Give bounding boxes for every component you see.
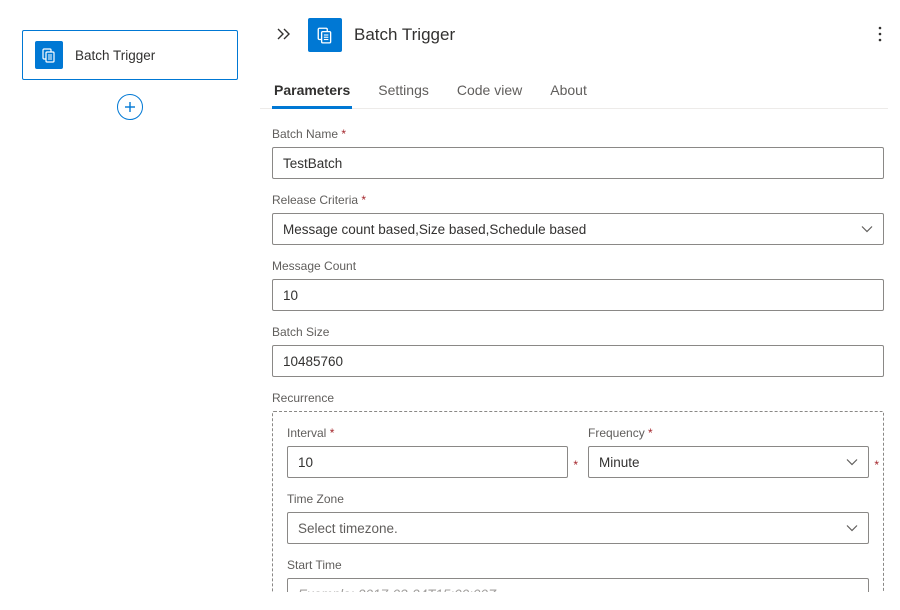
field-start-time: Start Time xyxy=(287,558,869,592)
more-menu-button[interactable] xyxy=(872,20,888,51)
tab-settings[interactable]: Settings xyxy=(376,74,431,109)
more-vertical-icon xyxy=(878,26,882,42)
required-marker: * xyxy=(874,458,879,472)
field-message-count: Message Count xyxy=(272,259,884,311)
chevron-down-icon xyxy=(846,524,858,532)
field-release-criteria: Release Criteria Message count based,Siz… xyxy=(272,193,884,245)
chevron-down-icon xyxy=(861,225,873,233)
select-frequency[interactable]: Minute xyxy=(588,446,869,478)
detail-pane: Batch Trigger Parameters Settings Code v… xyxy=(260,0,900,610)
label-batch-size: Batch Size xyxy=(272,325,884,339)
select-release-criteria-value: Message count based,Size based,Schedule … xyxy=(283,222,861,237)
select-release-criteria[interactable]: Message count based,Size based,Schedule … xyxy=(272,213,884,245)
select-time-zone[interactable]: Select timezone. xyxy=(287,512,869,544)
detail-header: Batch Trigger xyxy=(260,18,888,52)
tab-about[interactable]: About xyxy=(548,74,589,109)
label-frequency: Frequency xyxy=(588,426,869,440)
tab-code-view[interactable]: Code view xyxy=(455,74,524,109)
canvas-pane: Batch Trigger xyxy=(0,0,260,610)
select-frequency-value: Minute xyxy=(599,455,846,470)
chevron-double-right-icon xyxy=(276,27,292,41)
recurrence-group: Interval * Frequency Minute * xyxy=(272,411,884,592)
input-batch-size[interactable] xyxy=(272,345,884,377)
detail-title: Batch Trigger xyxy=(354,25,860,45)
label-message-count: Message Count xyxy=(272,259,884,273)
label-interval: Interval xyxy=(287,426,568,440)
collapse-button[interactable] xyxy=(272,23,296,48)
input-start-time[interactable] xyxy=(287,578,869,592)
canvas-trigger-card[interactable]: Batch Trigger xyxy=(22,30,238,80)
field-frequency: Frequency Minute * xyxy=(588,426,869,478)
label-release-criteria: Release Criteria xyxy=(272,193,884,207)
input-interval[interactable] xyxy=(287,446,568,478)
add-step-button[interactable] xyxy=(117,94,143,120)
field-interval: Interval * xyxy=(287,426,568,478)
label-batch-name: Batch Name xyxy=(272,127,884,141)
field-recurrence: Recurrence Interval * Frequency Minute xyxy=(272,391,884,592)
tab-parameters[interactable]: Parameters xyxy=(272,74,352,109)
label-start-time: Start Time xyxy=(287,558,869,572)
plus-icon xyxy=(123,100,137,114)
field-batch-size: Batch Size xyxy=(272,325,884,377)
parameters-form: Batch Name Release Criteria Message coun… xyxy=(260,127,888,592)
input-message-count[interactable] xyxy=(272,279,884,311)
batch-trigger-icon xyxy=(308,18,342,52)
field-batch-name: Batch Name xyxy=(272,127,884,179)
select-time-zone-placeholder: Select timezone. xyxy=(298,521,846,536)
label-recurrence: Recurrence xyxy=(272,391,884,405)
canvas-card-title: Batch Trigger xyxy=(75,48,155,63)
label-time-zone: Time Zone xyxy=(287,492,869,506)
input-batch-name[interactable] xyxy=(272,147,884,179)
batch-trigger-icon xyxy=(35,41,63,69)
chevron-down-icon xyxy=(846,458,858,466)
required-marker: * xyxy=(573,458,578,472)
field-time-zone: Time Zone Select timezone. xyxy=(287,492,869,544)
tabs: Parameters Settings Code view About xyxy=(260,74,888,109)
